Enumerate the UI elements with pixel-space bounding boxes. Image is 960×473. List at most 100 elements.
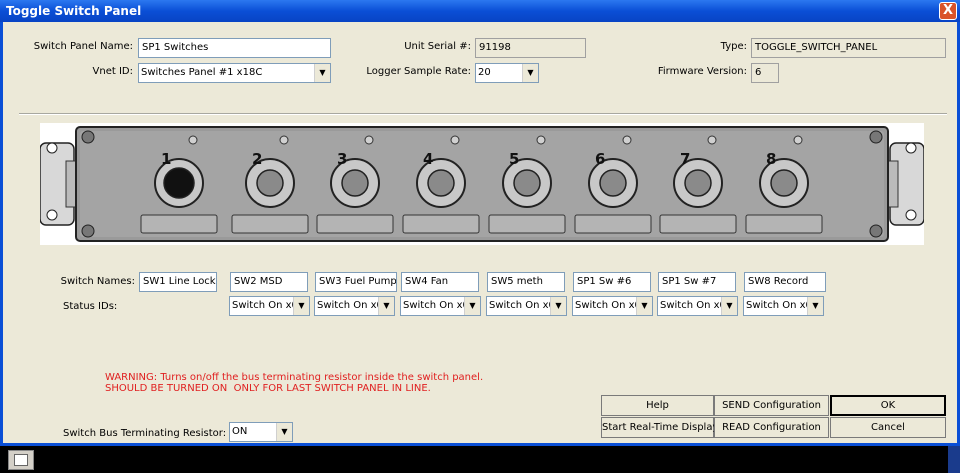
terminating-resistor-value: ON	[232, 426, 248, 437]
ok-button[interactable]: OK	[830, 395, 946, 416]
warning-line-2: SHOULD BE TURNED ON ONLY FOR LAST SWITCH…	[105, 383, 431, 394]
label-plate-2	[231, 214, 309, 234]
chevron-down-icon[interactable]: ▼	[293, 297, 309, 315]
logger-sample-rate-value: 20	[478, 67, 491, 78]
switch-name-input-7[interactable]: SP1 Sw #7	[658, 272, 736, 292]
toggle-knob-7	[684, 169, 712, 197]
toggle-knob-3	[341, 169, 369, 197]
status-id-value: Switch On x0	[575, 300, 641, 311]
chevron-down-icon[interactable]: ▼	[378, 297, 394, 315]
switch-name-input-3[interactable]: SW3 Fuel Pump	[315, 272, 397, 292]
status-id-value: Switch On x0	[746, 300, 812, 311]
label-plate-3	[316, 214, 394, 234]
led-indicator-8	[793, 135, 803, 145]
toggle-knob-1	[163, 167, 195, 199]
firmware-version-label: Firmware Version:	[657, 66, 747, 77]
unit-serial-field: 91198	[475, 38, 586, 58]
type-field: TOGGLE_SWITCH_PANEL	[751, 38, 946, 58]
window-title: Toggle Switch Panel	[6, 4, 142, 18]
switch-number-6: 6	[595, 150, 606, 168]
switch-name-input-5[interactable]: SW5 meth	[487, 272, 565, 292]
toggle-knob-8	[770, 169, 798, 197]
warning-line-1: WARNING: Turns on/off the bus terminatin…	[105, 372, 484, 383]
vnet-id-label: Vnet ID:	[92, 66, 133, 77]
chevron-down-icon[interactable]: ▼	[314, 64, 330, 82]
status-id-value: Switch On x0	[317, 300, 383, 311]
led-indicator-5	[536, 135, 546, 145]
taskbar-window-icon[interactable]	[8, 450, 34, 470]
status-ids-label: Status IDs:	[63, 301, 118, 312]
switch-number-2: 2	[252, 150, 263, 168]
switch-panel-name-input[interactable]: SP1 Switches	[138, 38, 331, 58]
status-id-value: Switch On x0	[232, 300, 298, 311]
firmware-version-field: 6	[751, 63, 779, 83]
status-id-select-3[interactable]: Switch On x0 ▼	[314, 296, 395, 316]
vnet-id-value: Switches Panel #1 x18C	[141, 67, 263, 78]
terminating-resistor-select[interactable]: ON ▼	[229, 422, 293, 442]
chevron-down-icon[interactable]: ▼	[464, 297, 480, 315]
led-indicator-1	[188, 135, 198, 145]
led-indicator-6	[622, 135, 632, 145]
status-id-select-7[interactable]: Switch On x0 ▼	[657, 296, 738, 316]
toggle-knob-2	[256, 169, 284, 197]
label-plate-7	[659, 214, 737, 234]
toggle-switch-panel-window: Toggle Switch Panel X Switch Panel Name:…	[0, 0, 960, 446]
close-button[interactable]: X	[939, 2, 957, 20]
switch-name-input-4[interactable]: SW4 Fan	[401, 272, 479, 292]
switch-panel-image	[40, 123, 924, 245]
toggle-knob-4	[427, 169, 455, 197]
switch-names-label: Switch Names:	[60, 276, 135, 287]
status-id-select-4[interactable]: Switch On x0 ▼	[400, 296, 481, 316]
status-id-value: Switch On x0	[660, 300, 726, 311]
status-id-select-5[interactable]: Switch On x0 ▼	[486, 296, 567, 316]
switch-number-4: 4	[423, 150, 434, 168]
chevron-down-icon[interactable]: ▼	[522, 64, 538, 82]
start-realtime-display-button[interactable]: Start Real-Time Display	[601, 417, 718, 438]
cancel-button[interactable]: Cancel	[830, 417, 946, 438]
switch-number-7: 7	[680, 150, 691, 168]
label-plate-1	[140, 214, 218, 234]
status-id-select-6[interactable]: Switch On x0 ▼	[572, 296, 653, 316]
title-bar[interactable]: Toggle Switch Panel X	[0, 0, 960, 22]
chevron-down-icon[interactable]: ▼	[276, 423, 292, 441]
chevron-down-icon[interactable]: ▼	[721, 297, 737, 315]
switch-name-input-2[interactable]: SW2 MSD	[230, 272, 308, 292]
status-id-select-8[interactable]: Switch On x0 ▼	[743, 296, 824, 316]
switch-panel-name-label: Switch Panel Name:	[33, 41, 133, 52]
unit-serial-label: Unit Serial #:	[404, 41, 471, 52]
led-indicator-4	[450, 135, 460, 145]
help-button[interactable]: Help	[601, 395, 714, 416]
chevron-down-icon[interactable]: ▼	[550, 297, 566, 315]
switch-number-8: 8	[766, 150, 777, 168]
chevron-down-icon[interactable]: ▼	[636, 297, 652, 315]
label-plate-8	[745, 214, 823, 234]
status-id-value: Switch On x0	[403, 300, 469, 311]
logger-sample-rate-select[interactable]: 20 ▼	[475, 63, 539, 83]
led-indicator-2	[279, 135, 289, 145]
label-plate-6	[574, 214, 652, 234]
toggle-knob-6	[599, 169, 627, 197]
read-configuration-button[interactable]: READ Configuration	[714, 417, 829, 438]
terminating-resistor-label: Switch Bus Terminating Resistor:	[63, 428, 227, 439]
led-indicator-3	[364, 135, 374, 145]
label-plate-4	[402, 214, 480, 234]
label-plate-5	[488, 214, 566, 234]
chevron-down-icon[interactable]: ▼	[807, 297, 823, 315]
vnet-id-select[interactable]: Switches Panel #1 x18C ▼	[138, 63, 331, 83]
led-indicator-7	[707, 135, 717, 145]
switch-number-1: 1	[161, 150, 172, 168]
warning-text: WARNING: Turns on/off the bus terminatin…	[105, 372, 483, 394]
switch-number-3: 3	[337, 150, 348, 168]
status-id-value: Switch On x0	[489, 300, 555, 311]
divider	[19, 113, 947, 115]
toggle-knob-5	[513, 169, 541, 197]
window-icon	[14, 454, 28, 466]
switch-name-input-6[interactable]: SP1 Sw #6	[573, 272, 651, 292]
switch-name-input-1[interactable]: SW1 Line Lock	[139, 272, 217, 292]
logger-sample-rate-label: Logger Sample Rate:	[366, 66, 471, 77]
status-id-select-2[interactable]: Switch On x0 ▼	[229, 296, 310, 316]
switch-number-5: 5	[509, 150, 520, 168]
switch-name-input-8[interactable]: SW8 Record	[744, 272, 826, 292]
send-configuration-button[interactable]: SEND Configuration	[714, 395, 829, 416]
type-label: Type:	[720, 41, 747, 52]
